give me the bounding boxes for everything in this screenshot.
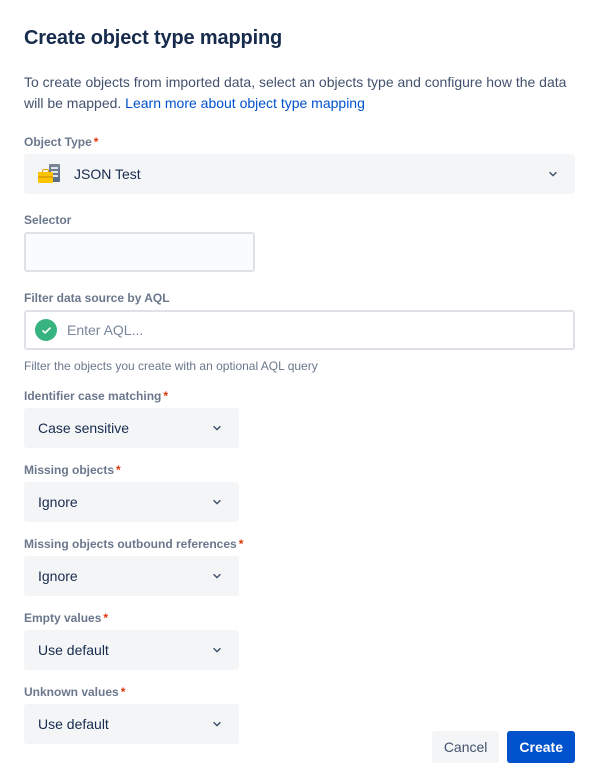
mapping-form: Object Type * JSON Test Selector Filter … <box>24 134 575 744</box>
field-object-type: Object Type * JSON Test <box>24 134 575 194</box>
field-identifier-case-matching: Identifier case matching * Case sensitive <box>24 388 575 448</box>
unknown-values-select[interactable]: Use default <box>24 704 239 744</box>
identifier-case-matching-value: Case sensitive <box>38 420 130 436</box>
dialog-description: To create objects from imported data, se… <box>24 72 575 114</box>
create-button[interactable]: Create <box>507 731 575 763</box>
check-circle-icon <box>35 319 57 341</box>
missing-objects-select[interactable]: Ignore <box>24 482 239 522</box>
required-asterisk: * <box>93 135 99 149</box>
aql-input[interactable] <box>67 312 563 348</box>
unknown-values-label-text: Unknown values <box>24 685 119 699</box>
chevron-down-icon[interactable] <box>205 712 229 736</box>
chevron-down-icon[interactable] <box>541 162 565 186</box>
field-missing-objects-outbound-references: Missing objects outbound references * Ign… <box>24 536 575 596</box>
identifier-case-matching-label: Identifier case matching * <box>24 388 575 404</box>
required-asterisk: * <box>116 463 121 477</box>
missing-objects-value: Ignore <box>38 494 78 510</box>
empty-values-select[interactable]: Use default <box>24 630 239 670</box>
required-asterisk: * <box>238 537 244 551</box>
unknown-values-label: Unknown values * <box>24 684 575 700</box>
dialog-footer: Cancel Create <box>431 731 575 763</box>
learn-more-link[interactable]: Learn more about object type mapping <box>125 95 365 111</box>
missing-objects-outbound-references-label: Missing objects outbound references * <box>24 536 575 552</box>
field-missing-objects: Missing objects * Ignore <box>24 462 575 522</box>
required-asterisk: * <box>120 685 126 699</box>
empty-values-label-text: Empty values <box>24 611 102 625</box>
missing-objects-outbound-references-label-text: Missing objects outbound references <box>24 537 237 551</box>
unknown-values-value: Use default <box>38 716 109 732</box>
missing-objects-label: Missing objects * <box>24 462 575 478</box>
missing-objects-outbound-references-select[interactable]: Ignore <box>24 556 239 596</box>
identifier-case-matching-select[interactable]: Case sensitive <box>24 408 239 448</box>
required-asterisk: * <box>163 389 169 403</box>
cancel-button[interactable]: Cancel <box>431 731 500 763</box>
required-asterisk: * <box>103 611 109 625</box>
identifier-case-matching-label-text: Identifier case matching <box>24 389 162 403</box>
create-object-type-mapping-dialog: Create object type mapping To create obj… <box>0 0 599 783</box>
selector-input[interactable] <box>24 232 255 272</box>
field-empty-values: Empty values * Use default <box>24 610 575 670</box>
field-selector: Selector <box>24 212 575 272</box>
missing-objects-outbound-references-value: Ignore <box>38 568 78 584</box>
object-type-value: JSON Test <box>74 166 141 182</box>
object-type-label-text: Object Type <box>24 135 92 149</box>
empty-values-label: Empty values * <box>24 610 575 626</box>
object-type-icon <box>38 164 62 184</box>
object-type-label: Object Type * <box>24 134 575 150</box>
selector-label: Selector <box>24 213 72 227</box>
missing-objects-label-text: Missing objects <box>24 463 115 477</box>
chevron-down-icon[interactable] <box>205 638 229 662</box>
page-title: Create object type mapping <box>24 27 283 49</box>
chevron-down-icon[interactable] <box>205 490 229 514</box>
aql-helper-text: Filter the objects you create with an op… <box>24 359 318 373</box>
aql-label: Filter data source by AQL <box>24 291 170 305</box>
chevron-down-icon[interactable] <box>205 416 229 440</box>
object-type-select[interactable]: JSON Test <box>24 154 575 194</box>
field-aql: Filter data source by AQL Filter the obj… <box>24 290 575 374</box>
empty-values-value: Use default <box>38 642 109 658</box>
aql-field-wrapper[interactable] <box>24 310 575 350</box>
chevron-down-icon[interactable] <box>205 564 229 588</box>
